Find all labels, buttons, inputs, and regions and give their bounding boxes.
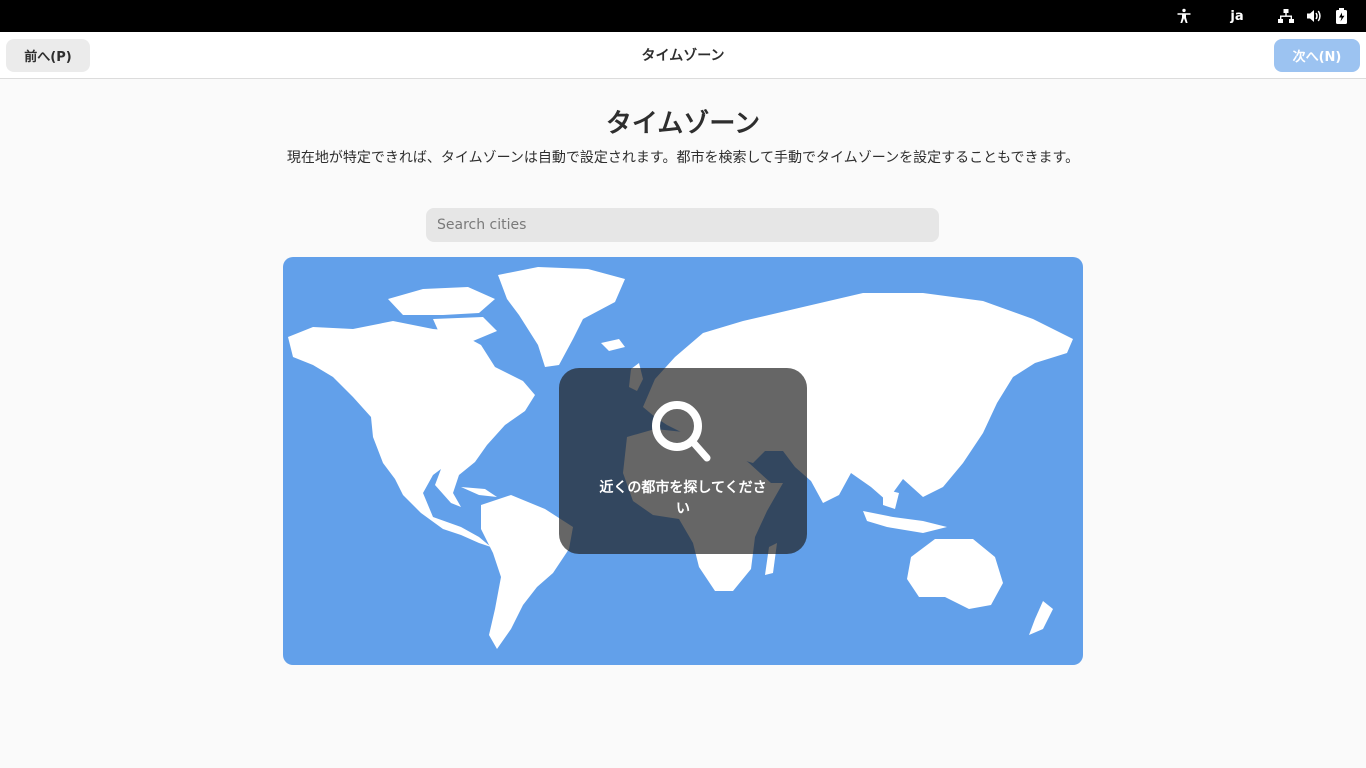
volume-icon[interactable] [1304,0,1324,32]
search-input[interactable] [435,216,930,234]
nearby-city-overlay: 近くの都市を探してください [559,368,807,554]
overlay-message: 近くの都市を探してください [599,480,767,517]
accessibility-icon[interactable] [1172,0,1196,32]
prev-button[interactable]: 前へ(P) [6,39,90,72]
page-description: 現在地が特定できれば、タイムゾーンは自動で設定されます。都市を検索して手動でタイ… [286,150,1080,166]
search-box[interactable] [426,208,939,242]
page-title: タイムゾーン [605,109,761,139]
header-bar: 前へ(P) タイムゾーン 次へ(N) [0,32,1366,79]
language-indicator[interactable]: ja [1224,0,1250,32]
header-title: タイムゾーン [641,48,725,64]
network-icon[interactable] [1276,0,1296,32]
top-bar: ja [0,0,1366,32]
battery-icon[interactable] [1332,0,1352,32]
search-icon [649,400,713,468]
next-button[interactable]: 次へ(N) [1274,39,1360,72]
